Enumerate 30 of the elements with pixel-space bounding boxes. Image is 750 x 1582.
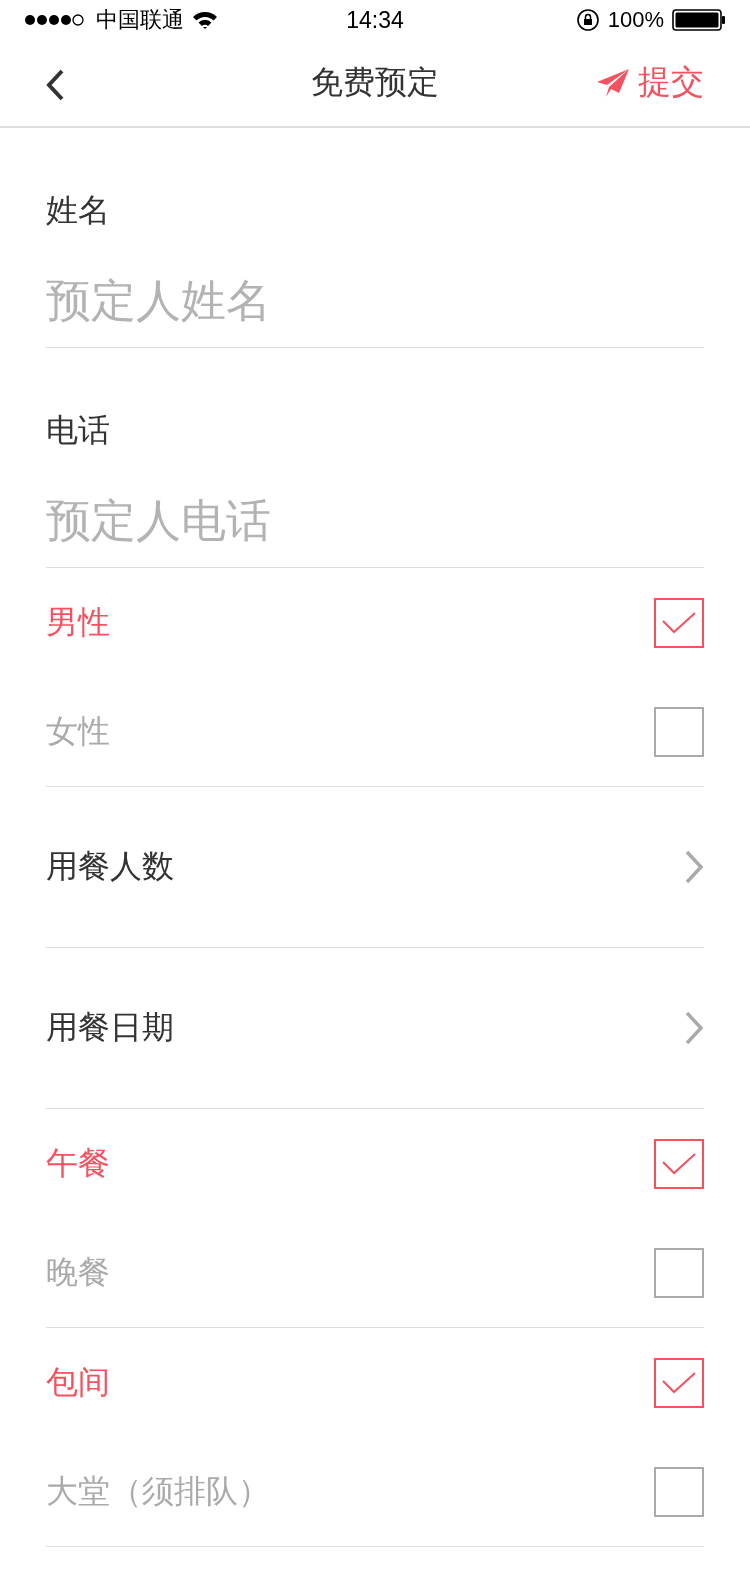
option-label: 女性: [46, 710, 110, 752]
option-label: 大堂（须排队）: [46, 1470, 270, 1512]
chevron-right-icon: [684, 1011, 704, 1045]
list-item[interactable]: 用餐日期: [46, 1006, 704, 1050]
option-label: 午餐: [46, 1142, 110, 1184]
paper-plane-icon: [596, 67, 630, 98]
checkbox[interactable]: [654, 1466, 704, 1517]
wifi-icon: [192, 10, 218, 30]
checkbox[interactable]: [654, 1357, 704, 1408]
checkbox[interactable]: [654, 1138, 704, 1189]
battery-icon: [672, 9, 726, 31]
option-label: 晚餐: [46, 1251, 110, 1293]
battery-percent: 100%: [607, 7, 664, 33]
checkbox[interactable]: [654, 597, 704, 648]
field-label: 姓名: [46, 190, 111, 230]
checkbox[interactable]: [654, 1247, 704, 1298]
checkbox[interactable]: [654, 706, 704, 757]
check-icon: [662, 1152, 696, 1175]
rotation-lock-icon: [575, 8, 600, 32]
check-icon: [662, 1371, 696, 1394]
chevron-right-icon: [684, 850, 704, 884]
carrier-name: 中国联通: [96, 6, 184, 34]
field-label: 电话: [46, 410, 111, 450]
back-chevron-icon: [44, 68, 66, 102]
option-label: 包间: [46, 1361, 110, 1403]
status-time: 14:34: [346, 6, 404, 34]
list-item[interactable]: 用餐人数: [46, 845, 704, 889]
check-icon: [662, 611, 696, 634]
page-title: 免费预定: [311, 62, 439, 103]
option-label: 男性: [46, 601, 110, 643]
